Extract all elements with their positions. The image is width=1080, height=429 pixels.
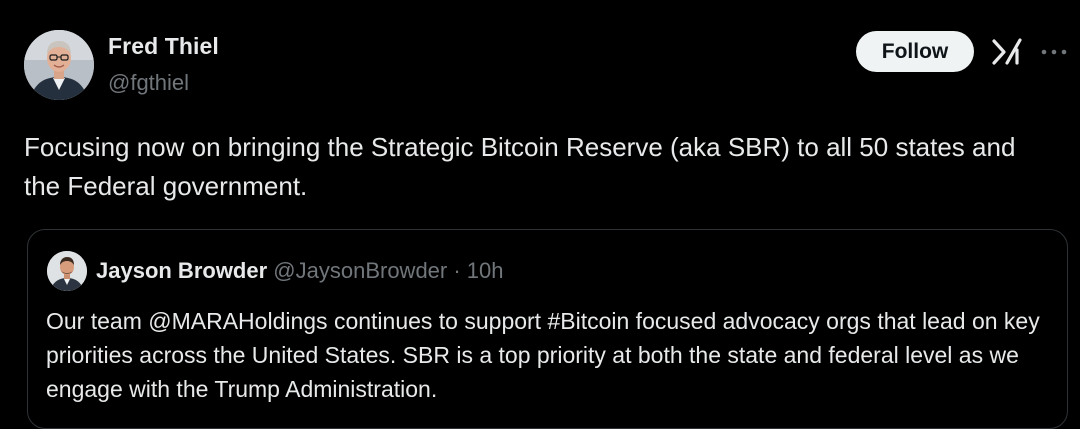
tweet-text: Focusing now on bringing the Strategic B… bbox=[24, 132, 1016, 201]
quoted-tweet-card[interactable]: Jayson Browder @JaysonBrowder · 10h Our … bbox=[27, 229, 1068, 429]
quote-author-name[interactable]: Jayson Browder bbox=[96, 258, 267, 283]
quote-header: Jayson Browder @JaysonBrowder · 10h bbox=[96, 258, 504, 284]
author-avatar[interactable] bbox=[24, 30, 94, 100]
quote-author-meta: @JaysonBrowder · 10h bbox=[267, 258, 504, 283]
follow-button[interactable]: Follow bbox=[856, 31, 974, 72]
author-name[interactable]: Fred Thiel bbox=[108, 33, 219, 60]
author-handle[interactable]: @fgthiel bbox=[108, 70, 189, 96]
grok-icon[interactable] bbox=[991, 37, 1023, 67]
quote-author-avatar[interactable] bbox=[47, 251, 87, 291]
tweet: Fred Thiel @fgthiel Follow Focusing now … bbox=[0, 0, 1080, 429]
more-icon[interactable] bbox=[1039, 40, 1069, 64]
quote-text: Our team @MARAHoldings continues to supp… bbox=[46, 308, 1040, 402]
